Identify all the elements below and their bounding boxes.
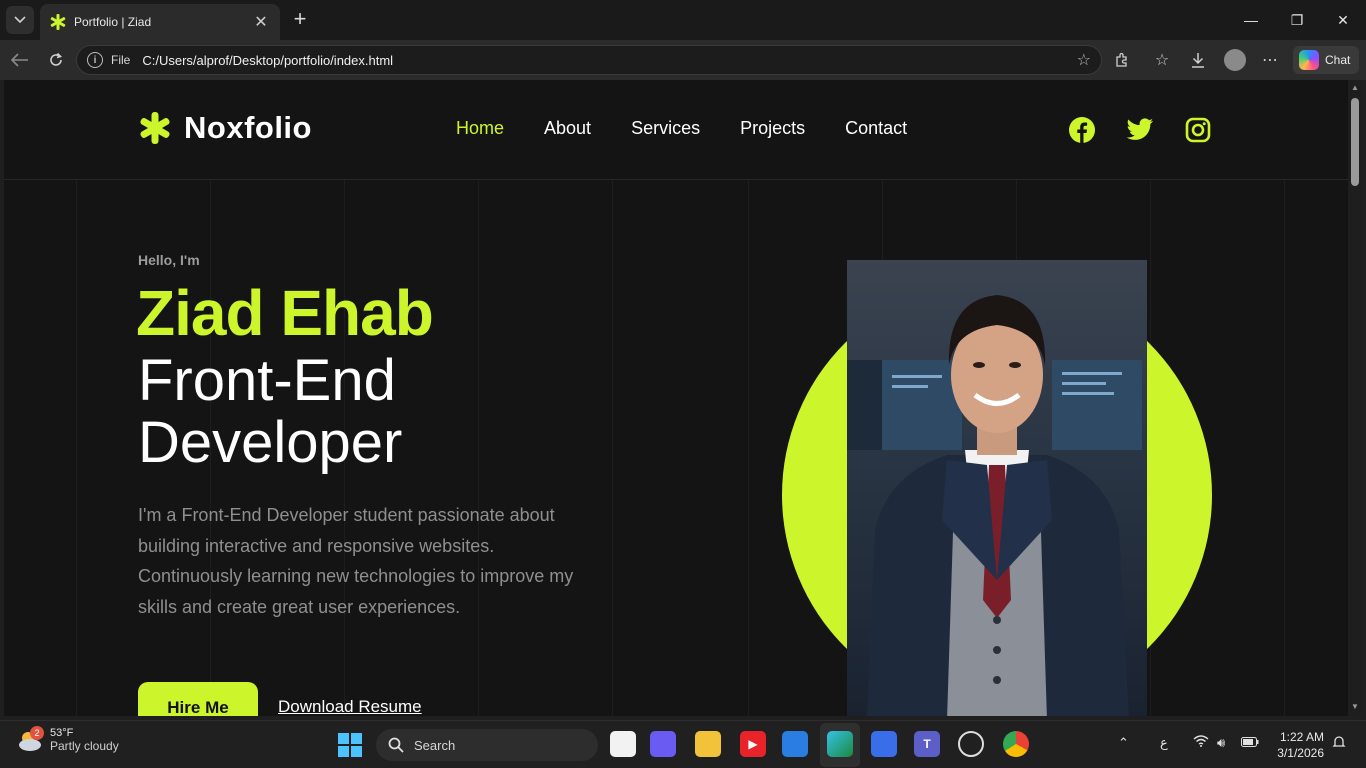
browser-tab-bar: Portfolio | Ziad ✕ + — ❐ ✕: [0, 0, 1366, 40]
chevron-up-icon[interactable]: ⌃: [1118, 735, 1129, 751]
input-language[interactable]: ع: [1160, 735, 1168, 751]
tab-actions-button[interactable]: [6, 6, 34, 34]
clock-time: 1:22 AM: [1279, 730, 1324, 744]
arrow-left-icon: [11, 53, 28, 67]
twitter-icon[interactable]: [1126, 116, 1154, 144]
teams-icon[interactable]: T: [914, 731, 940, 757]
nav-home[interactable]: Home: [456, 118, 504, 139]
battery-icon[interactable]: [1241, 735, 1259, 750]
nav-about[interactable]: About: [544, 118, 591, 139]
search-icon: [388, 737, 404, 753]
hero-eyebrow: Hello, I'm: [138, 252, 200, 268]
profile-photo: [847, 260, 1147, 716]
weather-badge: 2: [30, 726, 44, 740]
favorites-icon[interactable]: ☆: [1150, 48, 1174, 72]
back-button[interactable]: [8, 48, 32, 72]
hero-description: I'm a Front-End Developer student passio…: [138, 505, 574, 617]
nav-projects[interactable]: Projects: [740, 118, 805, 139]
new-tab-button[interactable]: +: [288, 8, 312, 32]
instagram-icon[interactable]: [1184, 116, 1212, 144]
reload-button[interactable]: [44, 48, 68, 72]
chat-label: Chat: [1325, 53, 1351, 67]
nav-contact[interactable]: Contact: [845, 118, 907, 139]
scroll-thumb[interactable]: [1351, 98, 1359, 186]
favorite-star-icon[interactable]: ☆: [1077, 50, 1091, 70]
extensions-icon[interactable]: [1110, 48, 1134, 72]
close-tab-icon[interactable]: ✕: [252, 12, 270, 32]
chrome-icon[interactable]: [1003, 731, 1029, 757]
page-scrollbar[interactable]: ▲ ▼: [1348, 80, 1362, 716]
profile-avatar[interactable]: [1224, 49, 1246, 71]
site-header: Noxfolio Home About Services Projects Co…: [4, 80, 1348, 180]
system-clock[interactable]: 1:22 AM 3/1/2026: [1272, 729, 1324, 761]
reload-icon: [50, 52, 63, 66]
restore-button[interactable]: ❐: [1274, 0, 1320, 40]
notification-icon[interactable]: [1332, 735, 1346, 752]
nav-services[interactable]: Services: [631, 118, 700, 139]
app-cube-icon[interactable]: [871, 731, 897, 757]
grid-line: [748, 180, 749, 716]
chevron-down-icon: [14, 16, 26, 24]
hero-visual: [782, 260, 1222, 716]
downloads-icon[interactable]: [1186, 48, 1210, 72]
search-label: Search: [414, 737, 456, 753]
youtube-icon[interactable]: ▶: [740, 731, 766, 757]
url-scheme: File: [111, 53, 131, 67]
hero-name: Ziad Ehab: [136, 277, 434, 349]
grid-line: [76, 180, 77, 716]
grid-line: [612, 180, 613, 716]
page-viewport: Noxfolio Home About Services Projects Co…: [4, 80, 1348, 716]
hero-role: Front-End Developer: [138, 348, 403, 475]
logo-text: Noxfolio: [184, 110, 312, 145]
more-menu-icon[interactable]: ⋯: [1258, 48, 1282, 72]
wifi-icon[interactable]: [1193, 735, 1209, 750]
chatgpt-icon[interactable]: [958, 731, 984, 757]
volume-icon[interactable]: 🔊︎: [1217, 735, 1225, 751]
facebook-icon[interactable]: [1068, 116, 1096, 144]
info-icon[interactable]: i: [87, 52, 103, 68]
taskbar: 2 53°F Partly cloudy Search ▶ T ⌃ ع 🔊︎ 1…: [0, 720, 1366, 768]
download-resume-link[interactable]: Download Resume: [278, 697, 422, 716]
grid-line: [1284, 180, 1285, 716]
main-nav: Home About Services Projects Contact: [456, 118, 947, 139]
asterisk-logo-icon: [140, 112, 170, 144]
file-explorer-icon[interactable]: [695, 731, 721, 757]
scroll-up-icon[interactable]: ▲: [1351, 83, 1359, 93]
copilot-chat-button[interactable]: Chat: [1293, 46, 1359, 74]
address-bar[interactable]: i File C:/Users/alprof/Desktop/portfolio…: [76, 45, 1102, 75]
weather-condition: Partly cloudy: [50, 739, 119, 753]
task-view-icon[interactable]: [610, 731, 636, 757]
address-toolbar: i File C:/Users/alprof/Desktop/portfolio…: [0, 40, 1366, 80]
tab-title: Portfolio | Ziad: [74, 15, 152, 29]
url-text[interactable]: C:/Users/alprof/Desktop/portfolio/index.…: [142, 53, 1076, 68]
edge-browser-icon[interactable]: [827, 731, 853, 757]
weather-widget[interactable]: 2 53°F Partly cloudy: [16, 726, 119, 753]
scroll-down-icon[interactable]: ▼: [1351, 702, 1359, 712]
hire-me-button[interactable]: Hire Me: [138, 682, 258, 716]
copilot-icon: [1299, 50, 1319, 70]
store-icon[interactable]: [782, 731, 808, 757]
weather-temperature: 53°F: [50, 727, 74, 739]
minimize-button[interactable]: —: [1228, 0, 1274, 40]
meet-app-icon[interactable]: [650, 731, 676, 757]
browser-tab[interactable]: Portfolio | Ziad ✕: [40, 4, 280, 40]
close-window-button[interactable]: ✕: [1320, 0, 1366, 40]
clock-date: 3/1/2026: [1277, 746, 1324, 760]
favicon-icon: [50, 14, 66, 30]
start-button[interactable]: [338, 733, 362, 757]
weather-icon: 2: [16, 726, 44, 752]
window-controls: — ❐ ✕: [1228, 0, 1366, 40]
taskbar-search[interactable]: Search: [376, 729, 598, 761]
site-logo[interactable]: Noxfolio: [138, 110, 312, 146]
social-links: [1068, 116, 1242, 144]
